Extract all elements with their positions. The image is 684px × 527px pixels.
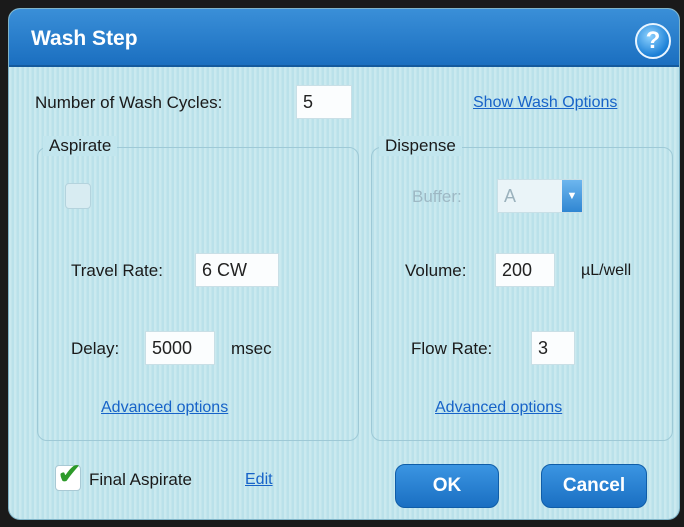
- buffer-select-value: A: [504, 186, 517, 206]
- show-wash-options-link[interactable]: Show Wash Options: [473, 94, 617, 112]
- checkmark-icon: ✔: [57, 458, 83, 491]
- delay-label: Delay:: [71, 339, 120, 358]
- final-aspirate-label: Final Aspirate: [89, 470, 192, 489]
- wash-step-dialog: Wash Step ? Number of Wash Cycles: 5 Sho…: [8, 8, 680, 520]
- travel-rate-input[interactable]: 6 CW: [195, 253, 279, 287]
- wash-cycles-label: Number of Wash Cycles:: [35, 93, 223, 112]
- help-icon[interactable]: ?: [635, 23, 671, 59]
- cancel-button[interactable]: Cancel: [541, 464, 647, 508]
- dispense-advanced-options-link[interactable]: Advanced options: [435, 399, 562, 417]
- chevron-down-icon: ▼: [562, 180, 582, 212]
- final-aspirate-checkbox[interactable]: ✔: [55, 460, 82, 491]
- final-aspirate-edit-link[interactable]: Edit: [245, 471, 273, 489]
- volume-input[interactable]: 200: [495, 253, 555, 287]
- aspirate-advanced-options-link[interactable]: Advanced options: [101, 399, 228, 417]
- delay-unit: msec: [231, 339, 272, 358]
- buffer-label: Buffer:: [412, 187, 462, 206]
- buffer-select: A ▼: [497, 179, 583, 213]
- volume-label: Volume:: [405, 261, 467, 280]
- aspirate-group-title: Aspirate: [43, 136, 118, 156]
- wash-cycles-input[interactable]: 5: [296, 85, 352, 119]
- dispense-group-title: Dispense: [379, 136, 462, 156]
- flow-rate-input[interactable]: 3: [531, 331, 575, 365]
- delay-input[interactable]: 5000: [145, 331, 215, 365]
- flow-rate-label: Flow Rate:: [411, 339, 493, 358]
- title-bar: Wash Step ?: [9, 9, 679, 67]
- dialog-title: Wash Step: [31, 27, 138, 50]
- travel-rate-label: Travel Rate:: [71, 261, 163, 280]
- ok-button[interactable]: OK: [395, 464, 499, 508]
- aspirate-disabled-checkbox: [65, 183, 91, 209]
- volume-unit: µL/well: [581, 262, 632, 279]
